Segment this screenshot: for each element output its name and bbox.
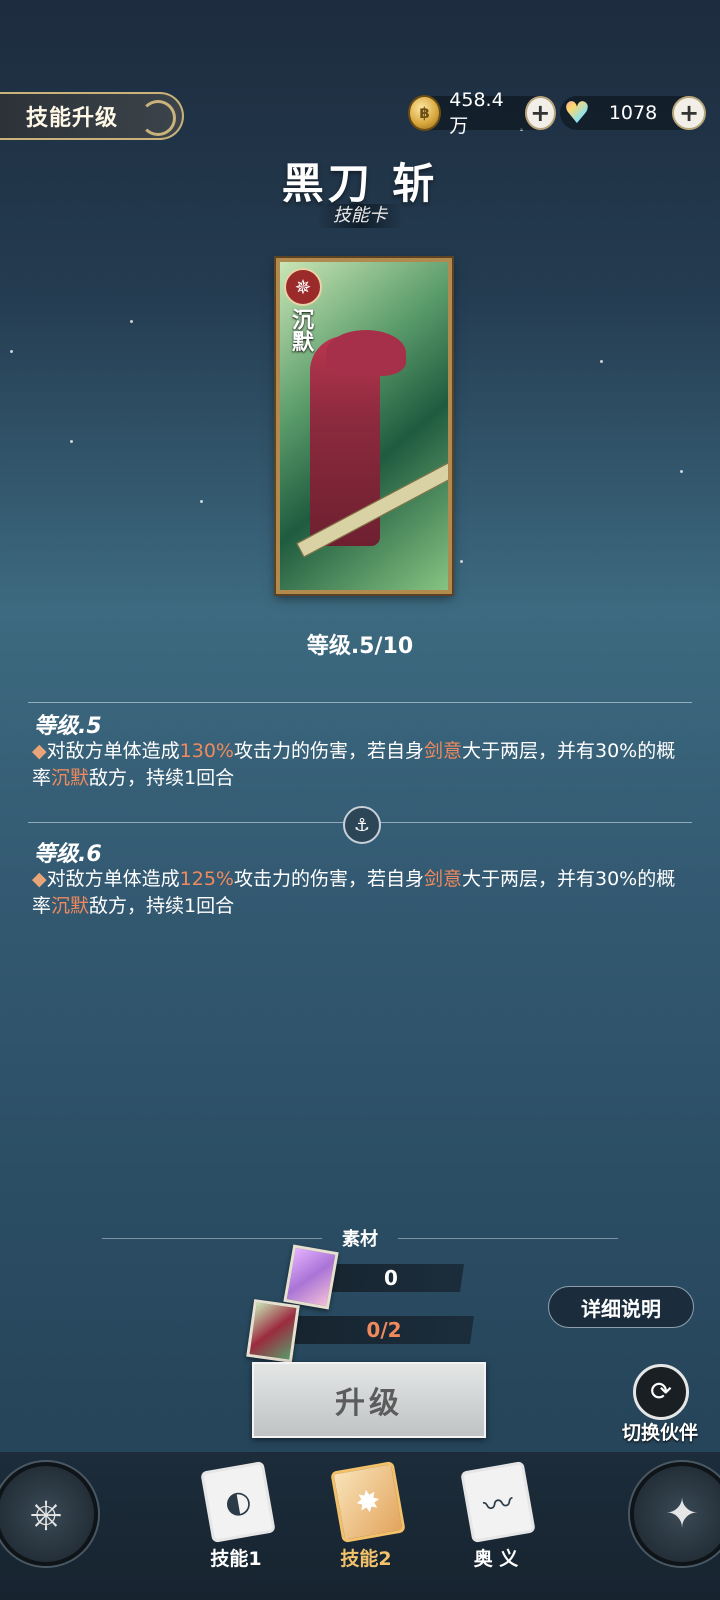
tab-skill-1-label: 技能1 [210, 1548, 262, 1570]
page-title: 技能升级 [26, 106, 119, 131]
tab-ultimate-label: 奥 义 [473, 1548, 519, 1570]
upgrade-button[interactable]: 升级 [252, 1362, 486, 1438]
level-5-description: ◆对敌方单体造成130%攻击力的伤害，若自身剑意大于两层，并有30%的概率沉默敌… [32, 740, 676, 789]
level-6-description: ◆对敌方单体造成125%攻击力的伤害，若自身剑意大于两层，并有30%的概率沉默敌… [32, 868, 676, 917]
material-2-count: 0/2 [366, 1318, 402, 1342]
skill-card[interactable]: ✵ 沉默 [276, 258, 452, 594]
skill-card-icon: ◐ [200, 1460, 276, 1544]
divider [28, 702, 692, 703]
switch-icon[interactable]: ⟳ [633, 1364, 689, 1420]
material-1-bar: 0 [318, 1264, 464, 1292]
ship-wheel-icon: ✵ [284, 268, 322, 306]
level-6-title: 等级.6 [34, 842, 102, 867]
skill-card-active-icon: ✸ [330, 1460, 406, 1544]
skill-name: 黑刀 斩 [281, 159, 439, 208]
level-5-title: 等级.5 [34, 714, 102, 739]
tab-skill-1[interactable]: ◐ 技能1 [196, 1460, 286, 1571]
page-title-tab[interactable]: 技能升级 [0, 92, 184, 140]
add-gem-button[interactable]: + [672, 96, 706, 130]
materials-line-right [398, 1238, 618, 1239]
material-1-count: 0 [384, 1266, 398, 1290]
tab-skill-2-label: 技能2 [340, 1548, 392, 1570]
gem-resource: ♥ 1078 + [560, 96, 706, 131]
gold-resource: ฿ 458.4万 + [408, 89, 556, 137]
material-card-2[interactable] [246, 1299, 300, 1363]
card-tag: 沉默 [288, 308, 313, 352]
material-2-bar: 0/2 [294, 1316, 474, 1344]
tab-skill-2[interactable]: ✸ 技能2 [326, 1460, 416, 1571]
skill-type: 技能卡 [318, 204, 402, 228]
material-card-1[interactable] [283, 1244, 339, 1310]
gold-value: 458.4万 [449, 88, 504, 137]
anchor-icon: ⚓ [343, 806, 381, 844]
gem-value: 1078 [608, 102, 658, 124]
gem-icon: ♥ [560, 96, 594, 131]
card-hat-art [326, 330, 406, 376]
switch-partner-label[interactable]: 切换伙伴 [612, 1418, 708, 1445]
add-gold-button[interactable]: + [524, 96, 556, 130]
coin-icon: ฿ [408, 95, 442, 131]
ultimate-card-icon: 〰 [460, 1460, 536, 1544]
skill-level: 等级.5/10 [306, 634, 414, 659]
diamond-bullet-icon: ◆ [32, 740, 47, 762]
diamond-bullet-icon: ◆ [32, 868, 47, 890]
materials-line-left [102, 1238, 322, 1239]
swirl-ornament-icon [140, 100, 176, 136]
detail-button[interactable]: 详细说明 [548, 1286, 694, 1328]
tab-ultimate[interactable]: 〰 奥 义 [456, 1460, 546, 1571]
materials-title: 素材 [342, 1229, 378, 1250]
